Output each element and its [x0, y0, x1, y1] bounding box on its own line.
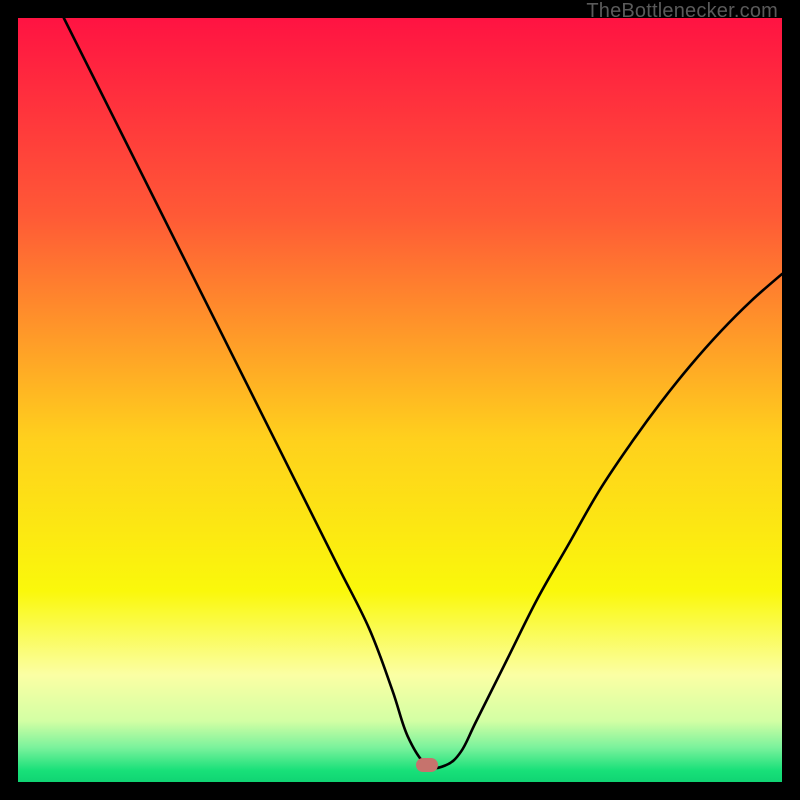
optimal-point-marker — [416, 758, 438, 772]
chart-container: TheBottlenecker.com — [0, 0, 800, 800]
bottleneck-curve — [18, 18, 782, 782]
plot-area — [18, 18, 782, 782]
watermark-label: TheBottlenecker.com — [586, 0, 778, 23]
